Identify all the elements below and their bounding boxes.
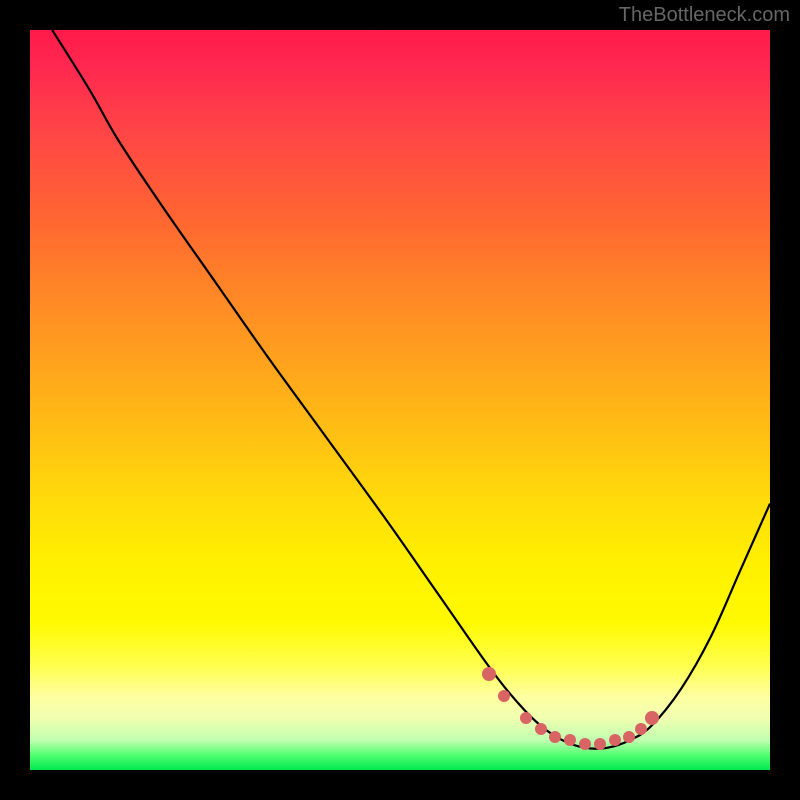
- highlight-marker: [594, 738, 606, 750]
- highlight-marker: [635, 723, 647, 735]
- highlight-markers-group: [30, 30, 770, 770]
- highlight-marker: [498, 690, 510, 702]
- highlight-marker: [535, 723, 547, 735]
- highlight-marker: [520, 712, 532, 724]
- watermark-text: TheBottleneck.com: [619, 4, 790, 27]
- chart-plot-area: [30, 30, 770, 770]
- highlight-marker: [579, 738, 591, 750]
- highlight-marker: [564, 734, 576, 746]
- highlight-marker: [609, 734, 621, 746]
- highlight-marker: [623, 731, 635, 743]
- highlight-marker: [482, 667, 496, 681]
- highlight-marker: [645, 711, 659, 725]
- highlight-marker: [549, 731, 561, 743]
